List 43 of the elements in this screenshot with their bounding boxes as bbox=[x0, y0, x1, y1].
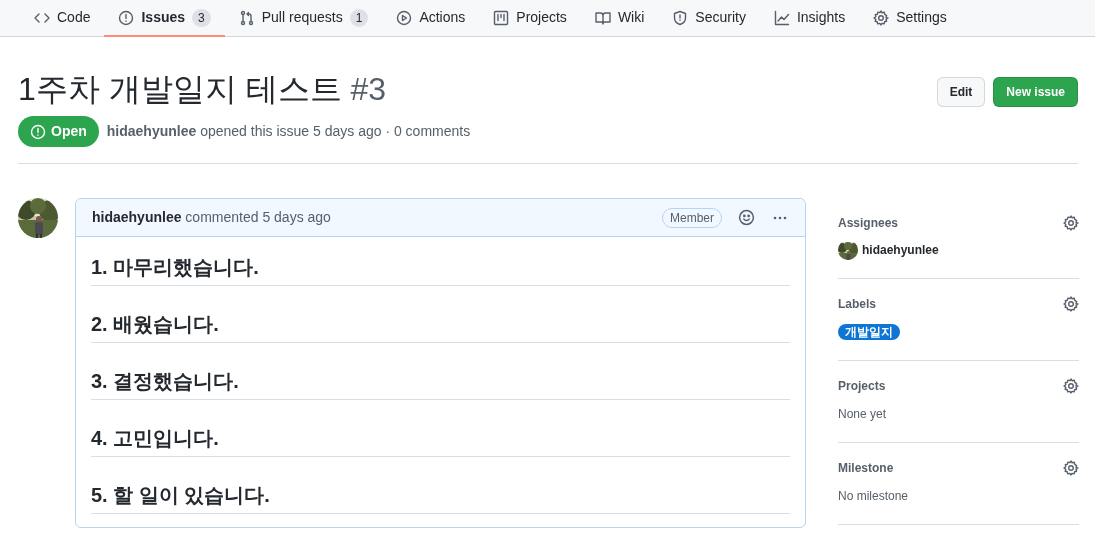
issue-title: 1주차 개발일지 테스트 #3 bbox=[18, 70, 387, 109]
settings-icon[interactable] bbox=[1063, 215, 1079, 232]
sidebar-heading: Milestone bbox=[838, 460, 894, 478]
nav-tab[interactable]: Wiki bbox=[580, 0, 659, 37]
count-badge: 1 bbox=[349, 8, 369, 27]
count-badge: 3 bbox=[192, 8, 211, 27]
list-heading: 4. 고민입니다. bbox=[91, 400, 790, 458]
settings-icon[interactable] bbox=[1063, 460, 1079, 477]
sidebar-value: None yet bbox=[838, 407, 887, 422]
sidebar-heading: Labels bbox=[838, 296, 876, 314]
board-icon bbox=[493, 9, 510, 26]
nav-tab[interactable]: Projects bbox=[479, 0, 581, 37]
nav-tab[interactable]: Settings bbox=[859, 0, 961, 37]
issue-icon bbox=[30, 123, 46, 140]
nav-tab[interactable]: Insights bbox=[759, 0, 860, 37]
list-heading: 3. 결정했습니다. bbox=[91, 343, 790, 401]
sidebar-heading: Assignees bbox=[838, 215, 899, 233]
comment-author-line: hidaehyunlee commented 5 days ago bbox=[92, 208, 331, 228]
nav-tab[interactable]: Code bbox=[20, 0, 105, 37]
label-tag: 개발일지 bbox=[838, 324, 900, 341]
issue-meta: hidaehyunlee opened this issue 5 days ago · 0 comments bbox=[106, 122, 471, 142]
play-icon bbox=[396, 9, 413, 26]
settings-icon[interactable] bbox=[1063, 378, 1079, 395]
assignee-name[interactable]: hidaehyunlee bbox=[862, 241, 939, 260]
edit-button[interactable]: Edit bbox=[936, 77, 986, 107]
settings-icon bbox=[873, 9, 890, 26]
settings-icon[interactable] bbox=[1063, 296, 1079, 313]
shield-icon bbox=[672, 9, 689, 26]
status-badge: Open bbox=[18, 116, 99, 148]
nav-tab[interactable]: Pull requests 1 bbox=[224, 0, 383, 37]
pull-request-icon bbox=[238, 9, 255, 26]
emoji-icon[interactable] bbox=[738, 209, 755, 227]
sidebar-value: No milestone bbox=[838, 489, 909, 504]
issue-icon bbox=[118, 9, 135, 26]
nav-tab[interactable]: Actions bbox=[382, 0, 480, 37]
graph-icon bbox=[773, 9, 790, 26]
nav-tab[interactable]: Issues 3 bbox=[104, 0, 225, 37]
nav-tab[interactable]: Security bbox=[658, 0, 760, 37]
book-icon bbox=[594, 9, 611, 26]
list-heading: 5. 할 일이 있습니다. bbox=[91, 457, 790, 515]
list-heading: 2. 배웠습니다. bbox=[91, 286, 790, 344]
sidebar-heading: Projects bbox=[838, 378, 886, 396]
list-heading: 1. 마무리했습니다. bbox=[91, 241, 790, 287]
